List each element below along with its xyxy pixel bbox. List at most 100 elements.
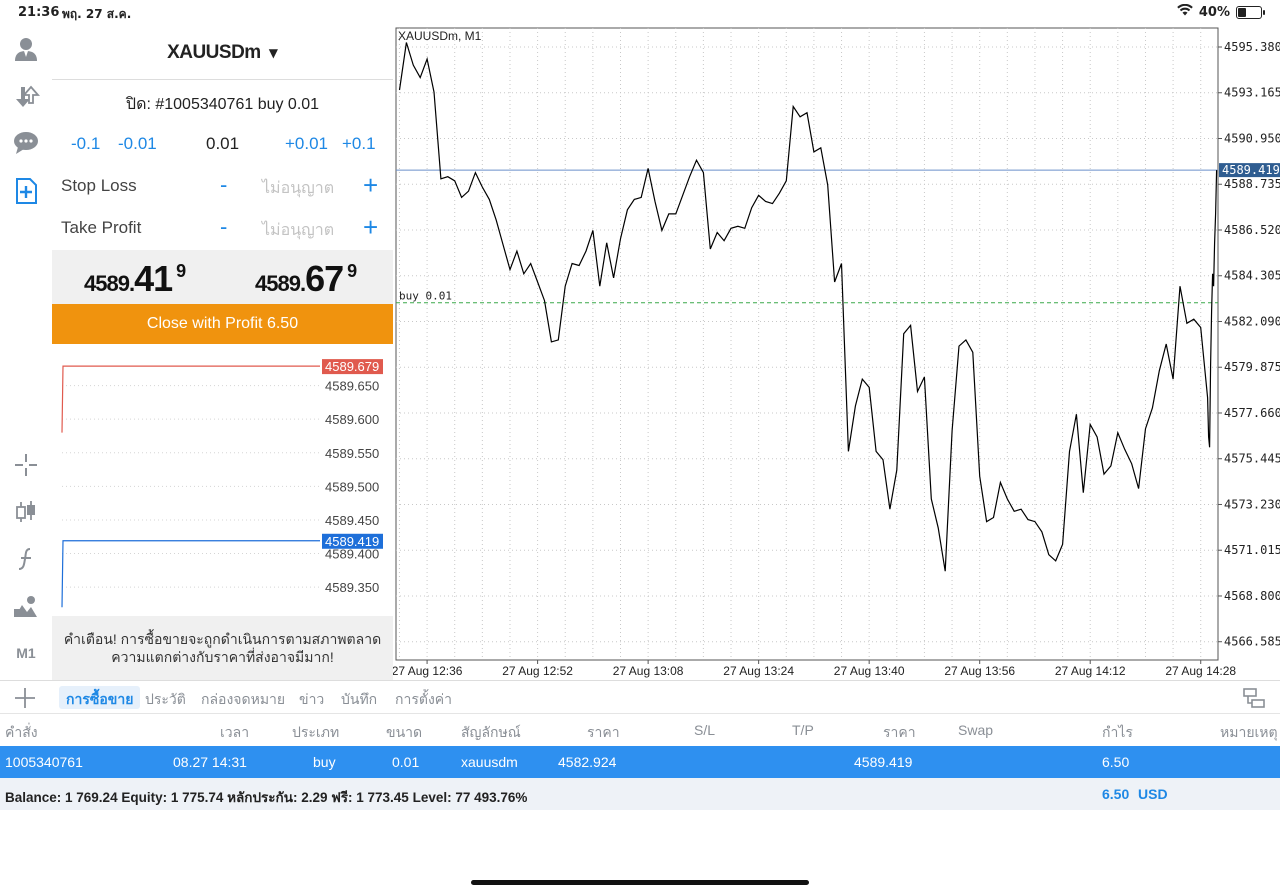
stop-loss-minus-button[interactable]: - (220, 172, 227, 198)
header-order: คำสั่ง (5, 724, 38, 740)
header-symbol: สัญลักษณ์ (461, 724, 521, 740)
close-with-profit-button[interactable]: Close with Profit 6.50 (52, 304, 393, 344)
warning-line-2: ความแตกต่างกับราคาที่ส่งอาจมีมาก! (111, 649, 334, 665)
x-tick-label: 27 Aug 12:52 (502, 664, 573, 678)
trade-icon[interactable] (11, 82, 41, 112)
y-tick-label: 4571.015 (1224, 543, 1280, 557)
position-order: 1005340761 (5, 754, 83, 770)
warning-line-1: คำเตือน! การซื้อขายจะถูกดำเนินการตามสภาพ… (63, 631, 382, 647)
x-tick-label: 27 Aug 13:56 (944, 664, 1015, 678)
tab-news[interactable]: ข่าว (292, 686, 331, 709)
header-comment: หมายเหตุ (1220, 724, 1278, 740)
x-tick-label: 27 Aug 14:28 (1165, 664, 1236, 678)
objects-icon[interactable] (11, 592, 41, 622)
stop-loss-value[interactable]: ไม่อนุญาต (262, 176, 334, 201)
summary-profit: 6.50 (1102, 786, 1130, 802)
table-row[interactable]: 1005340761 08.27 14:31 buy 0.01 xauusdm … (0, 746, 1280, 778)
status-indicators: 40% (1177, 3, 1265, 20)
table-header: คำสั่ง เวลา ประเภท ขนาด สัญลักษณ์ ราคา S… (0, 714, 1280, 746)
bid-price-big: 41 (134, 258, 173, 299)
bid-price: 4589.41 9 (84, 258, 186, 300)
x-tick-label: 27 Aug 13:40 (834, 664, 905, 678)
quote-box: 4589.41 9 4589.67 9 (52, 250, 393, 304)
stop-loss-label: Stop Loss (61, 176, 137, 195)
stop-loss-plus-button[interactable]: + (363, 170, 378, 201)
volume-minus-large-button[interactable]: -0.1 (71, 134, 100, 154)
volume-plus-large-button[interactable]: +0.1 (342, 134, 376, 154)
ask-line (61, 365, 320, 433)
tab-history[interactable]: ประวัติ (138, 686, 193, 709)
ask-price-big: 67 (305, 258, 344, 299)
ask-price-label: 4589.679 (325, 359, 379, 374)
ask-price: 4589.67 9 (255, 258, 357, 300)
caret-down-icon: ▼ (268, 45, 278, 60)
volume-value[interactable]: 0.01 (206, 134, 239, 154)
y-tick-label: 4568.800 (1224, 589, 1280, 603)
position-open-price: 4582.924 (558, 754, 617, 770)
close-order-title: ปิด: #1005340761 buy 0.01 (125, 96, 320, 113)
position-profit: 6.50 (1102, 754, 1130, 770)
take-profit-value[interactable]: ไม่อนุญาต (262, 218, 334, 243)
battery-icon (1236, 5, 1265, 19)
header-time: เวลา (220, 724, 250, 740)
volume-minus-small-button[interactable]: -0.01 (118, 134, 157, 154)
crosshair-icon[interactable] (11, 450, 41, 480)
ask-price-sup: 9 (347, 261, 358, 281)
tick-y-label: 4589.600 (325, 412, 379, 427)
warning-box: คำเตือน! การซื้อขายจะถูกดำเนินการตามสภาพ… (52, 616, 393, 680)
tab-mailbox[interactable]: กล่องจดหมาย (194, 686, 292, 709)
header-price: ราคา (883, 724, 916, 740)
header-sl: S/L (694, 722, 716, 738)
chat-icon[interactable] (11, 128, 41, 158)
volume-plus-small-button[interactable]: +0.01 (285, 134, 328, 154)
y-tick-label: 4573.230 (1224, 497, 1280, 511)
position-price: 4589.419 (854, 754, 913, 770)
bid-price-label: 4589.419 (325, 534, 379, 549)
tab-journal[interactable]: บันทึก (334, 686, 384, 709)
battery-percent: 40% (1198, 4, 1230, 20)
volume-row: -0.1 -0.01 0.01 +0.01 +0.1 (52, 134, 393, 158)
new-order-icon[interactable] (11, 176, 41, 206)
tick-y-label: 4589.550 (325, 446, 379, 461)
status-time: 21:36 (18, 5, 60, 20)
header-type: ประเภท (292, 724, 340, 740)
position-time: 08.27 14:31 (173, 754, 247, 770)
position-type: buy (313, 754, 336, 770)
indicator-icon[interactable] (11, 544, 41, 574)
symbol-selector[interactable]: XAUUSDm ▼ (52, 26, 393, 80)
tab-settings[interactable]: การตั้งค่า (388, 686, 459, 709)
layout-icon[interactable] (1242, 687, 1266, 709)
take-profit-minus-button[interactable]: - (220, 214, 227, 240)
add-icon[interactable] (12, 685, 38, 711)
tick-y-label: 4589.400 (325, 547, 379, 562)
take-profit-label: Take Profit (61, 218, 142, 237)
tick-y-label: 4589.450 (325, 513, 379, 528)
y-tick-label: 4566.585 (1224, 635, 1280, 649)
status-bar: 21:36 พฤ. 27 ส.ค. 40% (0, 0, 1280, 26)
battery-level (1238, 7, 1247, 17)
price-chart[interactable]: 4595.380 4593.165 4590.950 4588.735 4586.520… (393, 26, 1280, 680)
take-profit-plus-button[interactable]: + (363, 212, 378, 243)
stop-loss-row: Stop Loss - ไม่อนุญาต + (52, 170, 393, 201)
summary-currency: USD (1138, 786, 1168, 802)
bid-line (61, 540, 320, 608)
tick-chart: 4589.650 4589.600 4589.550 4589.500 4589.450… (61, 359, 383, 608)
bid-price-sup: 9 (176, 261, 187, 281)
account-icon[interactable] (11, 34, 41, 64)
account-summary-row: Balance: 1 769.24 Equity: 1 775.74 หลักป… (0, 778, 1280, 810)
position-size: 0.01 (392, 754, 420, 770)
chart-plot-area (395, 27, 1219, 661)
left-toolbar: M1 (0, 26, 52, 680)
header-tp: T/P (792, 722, 814, 738)
candlestick-icon[interactable] (11, 497, 41, 527)
tick-y-label: 4589.500 (325, 479, 379, 494)
tick-y-label: 4589.350 (325, 580, 379, 595)
y-tick-label: 4579.875 (1224, 360, 1280, 374)
timeframe-button[interactable]: M1 (11, 638, 41, 668)
y-tick-label: 4595.380 (1224, 40, 1280, 54)
x-tick-label: 27 Aug 13:24 (723, 664, 794, 678)
tab-trade[interactable]: การซื้อขาย (59, 686, 141, 709)
order-panel: XAUUSDm ▼ ปิด: #1005340761 buy 0.01 -0.1… (52, 26, 393, 680)
home-indicator[interactable] (471, 880, 809, 885)
y-tick-label: 4590.950 (1224, 131, 1280, 145)
